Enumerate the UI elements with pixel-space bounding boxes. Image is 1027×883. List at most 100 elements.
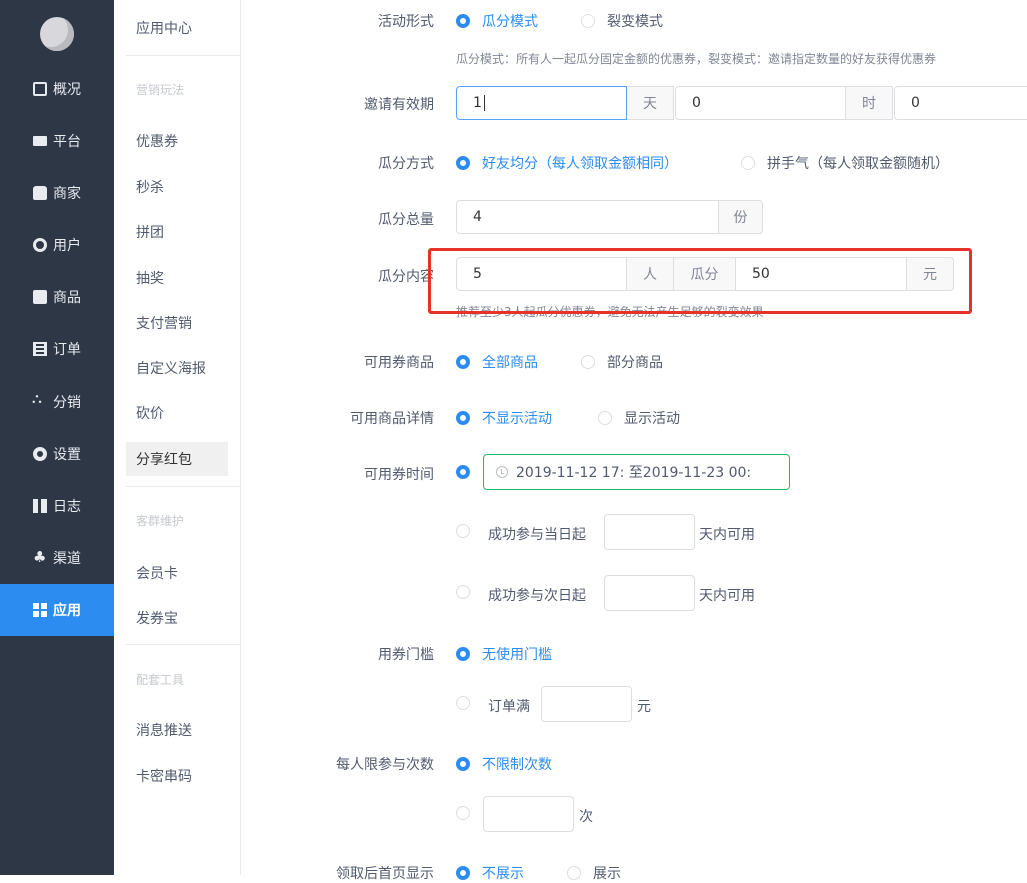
subnav-item-flashsale[interactable]: 秒杀 — [126, 170, 228, 204]
days-from-tomorrow-input[interactable] — [604, 575, 695, 611]
field-label: 领取后首页显示 — [336, 866, 434, 882]
split-total-input[interactable]: 4 — [456, 200, 719, 234]
radio-dot — [456, 806, 470, 820]
radio-unlimited[interactable]: 不限制次数 — [456, 754, 552, 774]
option-suffix: 天内可用 — [699, 527, 755, 543]
cluster-icon — [33, 548, 47, 566]
subnav-item-message-push[interactable]: 消息推送 — [126, 713, 228, 747]
days-from-today-input[interactable] — [604, 514, 695, 550]
radio-dot — [581, 355, 595, 369]
option-prefix: 成功参与当日起 — [488, 527, 586, 543]
radio-display[interactable]: 展示 — [567, 863, 621, 883]
help-text: 瓜分模式：所有人一起瓜分固定金额的优惠券，裂变模式：邀请指定数量的好友获得优惠券 — [456, 52, 937, 66]
radio-show-activity[interactable]: 显示活动 — [598, 408, 680, 428]
radio-dot — [456, 866, 470, 880]
radio-dot — [456, 465, 470, 479]
date-range-picker[interactable]: 2019-11-12 17: 至2019-11-23 00: — [483, 454, 790, 490]
radio-valid-from-today[interactable] — [456, 524, 482, 538]
radio-equal-split[interactable]: 好友均分（每人领取金额相同） — [456, 153, 678, 173]
radio-no-threshold[interactable]: 无使用门槛 — [456, 644, 552, 664]
nav-item-orders[interactable]: 订单 — [0, 323, 114, 375]
book-icon — [33, 499, 47, 513]
radio-dot — [456, 757, 470, 771]
divider — [126, 486, 240, 487]
input-value: 4 — [473, 209, 482, 225]
invite-valid-group: 1 天 — [456, 86, 674, 120]
radio-date-range[interactable] — [456, 465, 482, 479]
nav-item-label: 商家 — [53, 186, 81, 202]
subnav-item-custom-poster[interactable]: 自定义海报 — [126, 351, 228, 385]
subnav-group-marketing: 营销玩法 — [136, 83, 185, 97]
subnav-item-groupbuy[interactable]: 拼团 — [126, 215, 228, 249]
input-value: 5 — [473, 266, 482, 282]
main-sidebar: 概况 平台 商家 用户 商品 订单 分销 设置 日志 渠道 应用 — [0, 0, 114, 875]
subnav-title[interactable]: 应用中心 — [126, 11, 228, 45]
nav-item-distribution[interactable]: 分销 — [0, 376, 114, 428]
subnav-item-lottery[interactable]: 抽奖 — [126, 261, 228, 295]
field-label: 可用券商品 — [364, 355, 434, 371]
nav-item-label: 日志 — [53, 499, 81, 515]
option-suffix: 元 — [637, 699, 651, 715]
radio-dot — [741, 156, 755, 170]
subnav-item-membercard[interactable]: 会员卡 — [126, 556, 228, 590]
subnav-item-share-redpacket[interactable]: 分享红包 — [126, 442, 228, 476]
divider — [126, 644, 240, 645]
radio-dot — [456, 411, 470, 425]
radio-dot — [456, 14, 470, 28]
field-label: 瓜分总量 — [378, 212, 434, 228]
subnav-item-payment-marketing[interactable]: 支付营销 — [126, 306, 228, 340]
nav-item-users[interactable]: 用户 — [0, 219, 114, 271]
invite-minutes-input[interactable]: 0 — [894, 86, 1027, 120]
user-icon — [33, 238, 47, 252]
option-prefix: 成功参与次日起 — [488, 588, 586, 604]
radio-valid-from-tomorrow[interactable] — [456, 585, 482, 599]
radio-label: 瓜分模式 — [482, 14, 538, 30]
subnav-item-coupon-sender[interactable]: 发券宝 — [126, 601, 228, 635]
text-caret — [483, 95, 485, 111]
radio-no-display[interactable]: 不展示 — [456, 863, 524, 883]
subnav-item-coupon[interactable]: 优惠券 — [126, 124, 228, 158]
radio-all-goods[interactable]: 全部商品 — [456, 352, 538, 372]
clock-icon — [496, 466, 508, 478]
subnav-group-customer: 客群维护 — [136, 514, 185, 528]
help-text: 推荐至少3人起瓜分优惠券，避免无法产生足够的裂变效果 — [456, 305, 764, 319]
radio-split-mode[interactable]: 瓜分模式 — [456, 11, 538, 31]
nav-item-overview[interactable]: 概况 — [0, 63, 114, 115]
invite-days-input[interactable]: 1 — [456, 86, 627, 120]
split-amount-input[interactable]: 50 — [736, 257, 907, 291]
input-value: 50 — [752, 266, 770, 282]
radio-random-split[interactable]: 拼手气（每人领取金额随机） — [741, 153, 949, 173]
nav-item-settings[interactable]: 设置 — [0, 428, 114, 480]
subnav-item-bargain[interactable]: 砍价 — [126, 396, 228, 430]
nav-item-merchant[interactable]: 商家 — [0, 167, 114, 219]
order-threshold-input[interactable] — [541, 686, 632, 722]
radio-dot — [456, 156, 470, 170]
nav-item-label: 平台 — [53, 134, 81, 150]
nav-item-goods[interactable]: 商品 — [0, 271, 114, 323]
radio-dot — [581, 14, 595, 28]
radio-order-threshold[interactable] — [456, 696, 482, 710]
nav-item-label: 设置 — [53, 447, 81, 463]
invite-hours-input[interactable]: 0 — [675, 86, 846, 120]
radio-hide-activity[interactable]: 不显示活动 — [456, 408, 552, 428]
subnav-item-card-codes[interactable]: 卡密串码 — [126, 759, 228, 793]
addon-unit: 份 — [719, 200, 763, 234]
nav-item-apps[interactable]: 应用 — [0, 584, 114, 636]
nav-item-channels[interactable]: 渠道 — [0, 532, 114, 584]
radio-limited[interactable] — [456, 806, 482, 820]
field-label: 每人限参与次数 — [336, 757, 434, 773]
addon-unit: 元 — [907, 257, 954, 291]
avatar[interactable] — [40, 17, 74, 51]
radio-partial-goods[interactable]: 部分商品 — [581, 352, 663, 372]
split-people-input[interactable]: 5 — [456, 257, 627, 291]
nav-item-platform[interactable]: 平台 — [0, 115, 114, 167]
radio-fission-mode[interactable]: 裂变模式 — [581, 11, 663, 31]
limit-count-input[interactable] — [483, 796, 574, 832]
input-value: 0 — [692, 95, 701, 111]
store-icon — [33, 186, 47, 200]
nav-item-label: 订单 — [53, 342, 81, 358]
option-suffix: 天内可用 — [699, 588, 755, 604]
nav-item-logs[interactable]: 日志 — [0, 480, 114, 532]
field-label: 邀请有效期 — [364, 97, 434, 113]
addon-unit: 人 — [627, 257, 674, 291]
